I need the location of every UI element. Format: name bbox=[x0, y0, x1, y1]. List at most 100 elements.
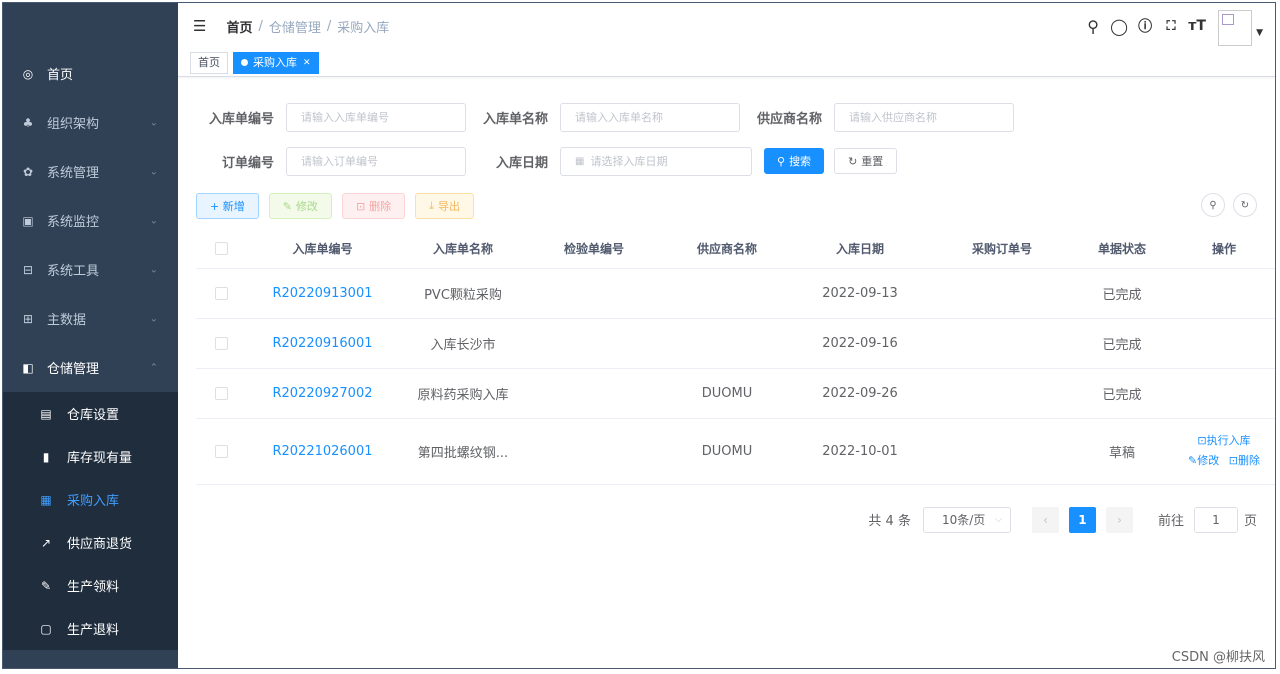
sidebar-subitem-6[interactable]: ▢ 生产退料 bbox=[3, 607, 178, 650]
goto-suffix: 页 bbox=[1243, 514, 1257, 529]
column-header: 操作 bbox=[1167, 229, 1275, 269]
sidebar-item-1[interactable]: ◎ 首页 bbox=[3, 49, 178, 98]
order-code-input[interactable]: 请输入订单编号 bbox=[286, 146, 466, 176]
pagination-total: 共 4 条 bbox=[868, 514, 911, 529]
sidebar-subitem-5[interactable]: ✎ 生产领料 bbox=[3, 564, 178, 607]
page-content: 入库单编号 请输入入库单编号 入库单名称 请输入入库单名称 供应商名称 请输入供… bbox=[178, 77, 1275, 533]
chevron-down-icon: ⌄ bbox=[149, 264, 158, 275]
page-size-value: 10条/页 bbox=[941, 513, 986, 527]
select-all-checkbox[interactable] bbox=[214, 242, 228, 256]
stock-in-code-link[interactable]: R20221026001 bbox=[246, 418, 399, 485]
execute-stock-in-button[interactable]: ⊡执行入库 bbox=[1167, 431, 1275, 451]
page-jumper: 前往 1 页 bbox=[1158, 506, 1257, 533]
tag-stock-in[interactable]: 采购入库 ✕ bbox=[233, 51, 319, 74]
field-stock-in-date: 入库日期 ▦ 请选择入库日期 bbox=[470, 146, 756, 176]
table-header-row: 入库单编号 入库单名称 检验单编号 供应商名称 入库日期 采购订单号 单据状态 … bbox=[196, 229, 1275, 269]
column-header: 入库单名称 bbox=[399, 229, 527, 269]
font-size-icon[interactable]: ᴛT bbox=[1184, 18, 1210, 34]
row-edit-button[interactable]: ✎修改 bbox=[1188, 454, 1219, 467]
cell-vendor: DUOMU bbox=[661, 368, 793, 419]
caret-down-icon[interactable]: ▼ bbox=[1256, 28, 1263, 38]
fullscreen-icon[interactable]: ⛶ bbox=[1158, 19, 1184, 34]
gear-icon: ✿ bbox=[22, 164, 34, 179]
stock-in-date-picker[interactable]: ▦ 请选择入库日期 bbox=[560, 146, 752, 176]
edit-button[interactable]: ✎ 修改 bbox=[268, 193, 332, 219]
search-row-2: 订单编号 请输入订单编号 入库日期 ▦ 请选择入库日期 ⚲ 搜索 ↻ 重置 bbox=[196, 139, 1257, 183]
github-icon[interactable]: ◯ bbox=[1106, 17, 1132, 36]
tag-home[interactable]: 首页 bbox=[190, 51, 228, 74]
breadcrumb-separator: / bbox=[326, 18, 332, 34]
column-header: 采购订单号 bbox=[927, 229, 1077, 269]
sidebar-subitem-3[interactable]: ▦ 采购入库 bbox=[3, 478, 178, 521]
breadcrumb-item-home[interactable]: 首页 bbox=[226, 17, 252, 36]
stock-in-code-link[interactable]: R20220913001 bbox=[246, 268, 399, 319]
row-checkbox[interactable] bbox=[214, 386, 228, 400]
row-checkbox[interactable] bbox=[214, 336, 228, 350]
help-icon[interactable]: ⓘ bbox=[1132, 16, 1158, 36]
cell-inspect bbox=[527, 268, 661, 319]
tree-icon: ♣ bbox=[22, 115, 34, 130]
chevron-down-icon: ⌵ bbox=[995, 514, 1002, 525]
sidebar-subitem-4[interactable]: ↗ 供应商退货 bbox=[3, 521, 178, 564]
trash-icon: ⊡ bbox=[355, 199, 366, 213]
active-dot-icon bbox=[241, 59, 248, 66]
search-button[interactable]: ⚲ 搜索 bbox=[764, 148, 825, 174]
monitor-icon: ▣ bbox=[22, 213, 34, 228]
select-all-checkbox-cell bbox=[196, 229, 246, 269]
cell-name: PVC颗粒采购 bbox=[399, 268, 527, 319]
column-header: 检验单编号 bbox=[527, 229, 661, 269]
edit-icon: ✎ bbox=[282, 199, 292, 213]
navbar: ☰ 首页 / 仓储管理 / 采购入库 ⚲ ◯ ⓘ ⛶ ᴛT ▼ bbox=[178, 3, 1275, 49]
stock-in-name-input[interactable]: 请输入入库单名称 bbox=[560, 102, 740, 132]
grid-icon: ⊞ bbox=[22, 311, 34, 326]
sidebar-subitem-2[interactable]: ▮ 库存现有量 bbox=[3, 435, 178, 478]
tag-label: 首页 bbox=[198, 55, 220, 69]
refresh-icon[interactable]: ↻ bbox=[1233, 193, 1257, 217]
sidebar-item-4[interactable]: ▣ 系统监控 ⌄ bbox=[3, 196, 178, 245]
sidebar-subitem-1[interactable]: ▤ 仓库设置 bbox=[3, 392, 178, 435]
export-label: 导出 bbox=[438, 200, 461, 213]
stock-in-code-link[interactable]: R20220916001 bbox=[246, 318, 399, 369]
delete-button[interactable]: ⊡ 删除 bbox=[341, 193, 406, 219]
row-checkbox-cell bbox=[196, 418, 246, 485]
sidebar-item-2[interactable]: ♣ 组织架构 ⌄ bbox=[3, 98, 178, 147]
dashboard-icon: ◎ bbox=[22, 66, 34, 81]
sidebar-item-3[interactable]: ✿ 系统管理 ⌄ bbox=[3, 147, 178, 196]
stock-in-code-input[interactable]: 请输入入库单编号 bbox=[286, 102, 466, 132]
toggle-search-icon[interactable]: ⚲ bbox=[1201, 193, 1225, 217]
sidebar-item-5[interactable]: ⊟ 系统工具 ⌄ bbox=[3, 245, 178, 294]
sidebar-item-6[interactable]: ⊞ 主数据 ⌄ bbox=[3, 294, 178, 343]
row-delete-button[interactable]: ⊡删除 bbox=[1229, 454, 1260, 467]
cell-status: 已完成 bbox=[1077, 368, 1167, 419]
stock-in-code-link[interactable]: R20220927002 bbox=[246, 368, 399, 419]
sidebar-item-7[interactable]: ◧ 仓储管理 ⌃ bbox=[3, 343, 178, 392]
toolbar: + 新增 ✎ 修改 ⊡ 删除 ⤓ 导出 ⚲ ↻ bbox=[196, 191, 1257, 221]
row-checkbox-cell bbox=[196, 368, 246, 419]
sidebar-subitem-label: 生产退料 bbox=[67, 623, 120, 638]
vendor-name-input[interactable]: 请输入供应商名称 bbox=[834, 102, 1014, 132]
column-header: 单据状态 bbox=[1077, 229, 1167, 269]
page-number-button[interactable]: 1 bbox=[1068, 506, 1096, 533]
add-button[interactable]: + 新增 bbox=[196, 193, 259, 219]
row-checkbox[interactable] bbox=[214, 444, 228, 458]
field-label: 入库单编号 bbox=[208, 111, 274, 127]
prev-page-button[interactable]: ‹ bbox=[1031, 506, 1059, 533]
column-header: 入库单编号 bbox=[246, 229, 399, 269]
cell-po bbox=[927, 268, 1077, 319]
row-checkbox-cell bbox=[196, 318, 246, 369]
row-checkbox[interactable] bbox=[214, 286, 228, 300]
watermark: CSDN @柳扶风 bbox=[1171, 650, 1265, 665]
hamburger-icon[interactable]: ☰ bbox=[193, 17, 206, 35]
page-size-select[interactable]: 10条/页 ⌵ bbox=[922, 506, 1011, 533]
main-area: ☰ 首页 / 仓储管理 / 采购入库 ⚲ ◯ ⓘ ⛶ ᴛT ▼ 首页 采购入库 … bbox=[178, 3, 1275, 668]
close-icon[interactable]: ✕ bbox=[303, 53, 311, 73]
goto-page-input[interactable]: 1 bbox=[1193, 506, 1238, 533]
avatar[interactable] bbox=[1218, 10, 1253, 46]
toolbar-right: ⚲ ↻ bbox=[1193, 193, 1257, 217]
next-page-button[interactable]: › bbox=[1105, 506, 1133, 533]
export-button[interactable]: ⤓ 导出 bbox=[415, 193, 475, 219]
refresh-icon: ↻ bbox=[848, 154, 858, 168]
date-placeholder: 请选择入库日期 bbox=[590, 155, 668, 168]
search-icon[interactable]: ⚲ bbox=[1080, 17, 1106, 36]
reset-button[interactable]: ↻ 重置 bbox=[834, 148, 898, 174]
